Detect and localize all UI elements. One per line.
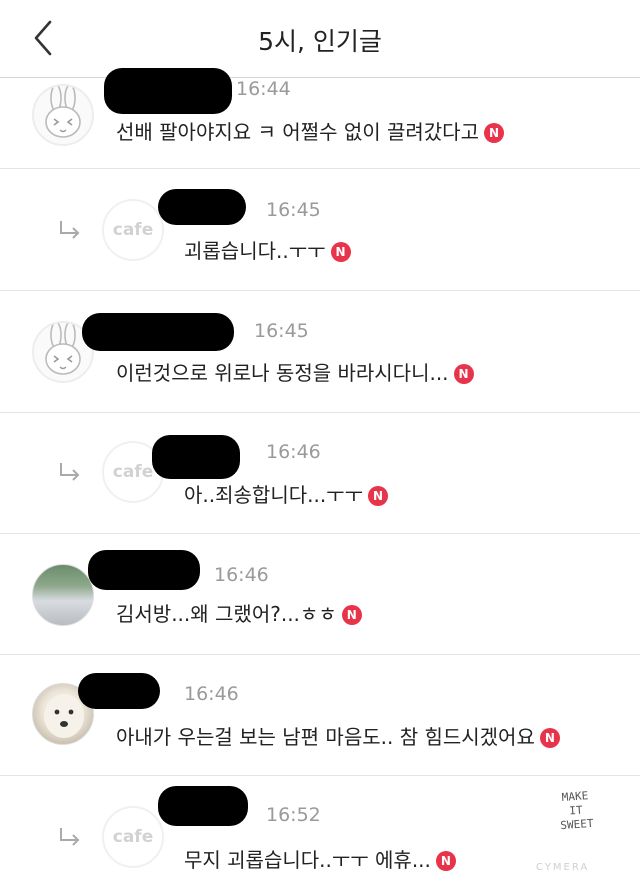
comment-item: 16:44 선배 팔아야지요 ㅋ 어쩔수 없이 끌려갔다고 N (0, 68, 640, 170)
comment-time: 16:46 (214, 564, 269, 586)
redacted-username (158, 189, 246, 225)
new-badge: N (453, 364, 474, 384)
comment-item: 16:46 아내가 우는걸 보는 남편 마음도.. 참 힘드시겠어요 N (0, 655, 640, 775)
new-badge: N (484, 123, 504, 143)
comment-time: 16:44 (236, 78, 291, 100)
comment-time: 16:45 (254, 320, 309, 342)
page-title: 5시, 인기글 (258, 27, 382, 56)
comment-text: 무지 괴롭습니다..ㅜㅜ 에휴... N (184, 844, 456, 873)
redacted-username (78, 673, 160, 709)
bunny-avatar[interactable] (32, 84, 94, 146)
comment-time: 16:46 (266, 441, 321, 463)
top-bar: 5시, 인기글 (0, 0, 640, 78)
new-badge: N (341, 605, 362, 625)
new-badge: N (330, 242, 351, 262)
new-badge: N (435, 851, 456, 871)
comment-text: 이런것으로 위로나 동정을 바라시다니... N (116, 357, 474, 386)
comment-text: 괴롭습니다..ㅜㅜ N (184, 235, 351, 264)
watermark-brand: CYMERA (536, 862, 590, 873)
new-badge: N (368, 486, 388, 506)
reply-arrow-icon (60, 828, 80, 846)
cafe-avatar[interactable]: cafe (102, 806, 164, 868)
redacted-username (82, 313, 234, 351)
comment-item: 16:45 이런것으로 위로나 동정을 바라시다니... N (0, 291, 640, 412)
comment-time: 16:45 (266, 199, 321, 221)
comment-time: 16:52 (266, 804, 321, 826)
cafe-avatar[interactable]: cafe (102, 199, 164, 261)
reply-item: cafe 16:45 괴롭습니다..ㅜㅜ N (0, 169, 640, 290)
comment-text: 아..죄송합니다...ㅜㅜ N (184, 479, 388, 508)
watermark-logo: MAKE IT SWEET (559, 789, 594, 833)
photo-avatar[interactable] (32, 564, 94, 626)
comment-text: 아내가 우는걸 보는 남편 마음도.. 참 힘드시겠어요 N (116, 721, 560, 750)
redacted-username (88, 550, 200, 590)
comment-item: 16:46 김서방...왜 그랬어?...ㅎㅎ N (0, 534, 640, 654)
redacted-username (158, 786, 248, 826)
new-badge: N (539, 728, 560, 748)
reply-item: cafe 16:46 아..죄송합니다...ㅜㅜ N (0, 413, 640, 533)
redacted-username (104, 68, 232, 114)
redacted-username (152, 435, 240, 479)
reply-arrow-icon (60, 463, 80, 481)
reply-arrow-icon (60, 221, 80, 239)
comment-text: 김서방...왜 그랬어?...ㅎㅎ N (116, 598, 362, 627)
comment-time: 16:46 (184, 683, 239, 705)
comment-text: 선배 팔아야지요 ㅋ 어쩔수 없이 끌려갔다고 N (116, 116, 504, 145)
